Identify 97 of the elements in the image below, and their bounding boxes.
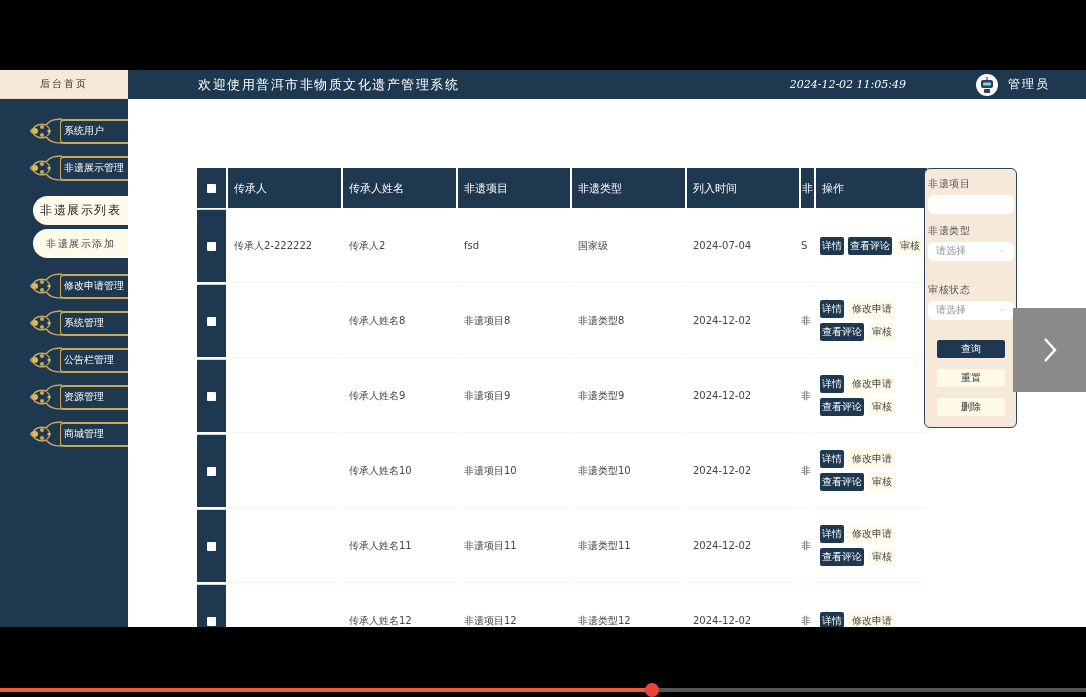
action-button[interactable]: 修改申请 bbox=[848, 450, 896, 468]
sidebar-subitem[interactable]: 非遗展示列表 bbox=[33, 196, 128, 225]
ornament-icon bbox=[29, 153, 63, 183]
table-cell: 国家级 bbox=[578, 238, 608, 253]
action-button[interactable]: 审核 bbox=[868, 548, 896, 566]
row-checkbox[interactable] bbox=[207, 241, 216, 251]
select-all-checkbox[interactable] bbox=[207, 183, 216, 193]
action-button[interactable]: 详情 bbox=[820, 525, 844, 543]
action-button[interactable]: 审核 bbox=[868, 473, 896, 491]
column-header: 非遗类型 bbox=[572, 168, 685, 208]
action-button[interactable]: 详情 bbox=[820, 611, 844, 627]
table-cell: 2024-12-02 bbox=[693, 615, 752, 626]
progress-track[interactable] bbox=[0, 683, 1086, 697]
action-button[interactable]: 修改申请 bbox=[848, 375, 896, 393]
action-button[interactable]: 修改申请 bbox=[848, 300, 896, 318]
action-button[interactable]: 审核 bbox=[868, 323, 896, 341]
ornament-icon bbox=[29, 345, 63, 375]
sidebar-subitem[interactable]: 非遗展示添加 bbox=[33, 229, 128, 258]
ornament-icon bbox=[29, 419, 63, 449]
action-button[interactable]: 查看评论 bbox=[820, 398, 864, 416]
sidebar-item[interactable]: 商城管理 bbox=[60, 421, 128, 447]
table-cell: 非遗项目12 bbox=[464, 613, 517, 627]
row-checkbox[interactable] bbox=[207, 466, 216, 476]
action-button[interactable]: 查看评论 bbox=[848, 236, 892, 255]
chevron-right-icon bbox=[1042, 337, 1057, 363]
column-header: 操作 bbox=[816, 168, 927, 208]
row-checkbox[interactable] bbox=[207, 316, 216, 326]
table-cell: 非遗项目10 bbox=[464, 463, 517, 478]
action-button[interactable]: 详情 bbox=[820, 300, 844, 318]
user-name[interactable]: 管理员 bbox=[1008, 76, 1050, 93]
table-cell: 2024-12-02 bbox=[693, 390, 752, 401]
sidebar-item[interactable]: 公告栏管理 bbox=[60, 347, 128, 373]
table-cell: 非 bbox=[801, 463, 811, 478]
table-cell: 非 bbox=[801, 388, 811, 403]
table-cell: 非遗类型11 bbox=[578, 538, 631, 553]
action-button[interactable]: 查看评论 bbox=[820, 323, 864, 341]
table-cell: 非 bbox=[801, 613, 811, 627]
filter-button[interactable]: 重置 bbox=[936, 368, 1005, 387]
input-field[interactable] bbox=[928, 195, 1014, 215]
row-checkbox[interactable] bbox=[207, 541, 216, 551]
row-checkbox[interactable] bbox=[207, 391, 216, 401]
table-cell: 非遗项目9 bbox=[464, 388, 511, 403]
sidebar-item[interactable]: 资源管理 bbox=[60, 384, 128, 410]
field-label: 非遗类型 bbox=[928, 224, 971, 239]
ornament-icon bbox=[29, 308, 63, 338]
table-cell: 2024-12-02 bbox=[693, 465, 752, 476]
table-cell: 非遗类型8 bbox=[578, 313, 625, 328]
ornament-icon bbox=[29, 116, 63, 146]
table-cell: 2024-12-02 bbox=[693, 315, 752, 326]
row-checkbox[interactable] bbox=[207, 616, 216, 626]
table-cell: 传承人姓名8 bbox=[349, 313, 406, 328]
action-button[interactable]: 修改申请 bbox=[848, 611, 896, 627]
table-cell: fsd bbox=[464, 240, 480, 251]
table-cell: 非遗项目8 bbox=[464, 313, 511, 328]
table-cell: 非遗类型9 bbox=[578, 388, 625, 403]
field-label: 非遗项目 bbox=[928, 177, 971, 191]
sidebar-item[interactable]: 修改申请管理 bbox=[60, 273, 128, 299]
column-header: 非遗项目 bbox=[458, 168, 570, 208]
action-button[interactable]: 查看评论 bbox=[820, 548, 864, 566]
ornament-icon bbox=[29, 382, 63, 412]
table-cell: 传承人姓名11 bbox=[349, 538, 412, 553]
action-button[interactable]: 修改申请 bbox=[848, 525, 896, 543]
action-button[interactable]: 查看评论 bbox=[820, 473, 864, 491]
table-cell: 传承人2-222222 bbox=[234, 238, 313, 253]
action-button[interactable]: 审核 bbox=[868, 398, 896, 416]
table-cell: 非遗类型10 bbox=[578, 463, 631, 478]
action-button[interactable]: 详情 bbox=[820, 375, 844, 393]
table-cell: 非 bbox=[801, 538, 811, 553]
filter-button[interactable]: 查询 bbox=[936, 339, 1005, 358]
table-cell: 非 bbox=[801, 313, 811, 328]
datetime: 2024-12-02 11:05:49 bbox=[789, 78, 906, 91]
sidebar-item[interactable]: 非遗展示管理 bbox=[60, 155, 128, 181]
action-button[interactable]: 详情 bbox=[820, 236, 844, 255]
table-cell: 非遗项目11 bbox=[464, 538, 517, 553]
column-header: 非 bbox=[801, 168, 814, 208]
column-header: 传承人 bbox=[228, 168, 341, 208]
table-cell: 2024-07-04 bbox=[693, 240, 752, 251]
sidebar-item[interactable]: 系统用户 bbox=[60, 118, 128, 144]
home-tab[interactable]: 后台首页 bbox=[0, 70, 128, 99]
system-title: 欢迎使用普洱市非物质文化遗产管理系统 bbox=[198, 75, 459, 94]
table-cell: 传承人姓名12 bbox=[349, 613, 412, 627]
sidebar-item[interactable]: 系统管理 bbox=[60, 310, 128, 336]
table-cell: 传承人姓名10 bbox=[349, 463, 412, 478]
table-cell: S bbox=[801, 240, 808, 251]
table-cell: 传承人姓名9 bbox=[349, 388, 406, 403]
filter-button[interactable]: 删除 bbox=[936, 397, 1005, 416]
table-cell: 非遗类型12 bbox=[578, 613, 631, 627]
ornament-icon bbox=[29, 271, 63, 301]
column-header: 列入时间 bbox=[687, 168, 799, 208]
table-cell: 2024-12-02 bbox=[693, 540, 752, 551]
field-label: 审核状态 bbox=[928, 282, 971, 297]
action-button[interactable]: 详情 bbox=[820, 450, 844, 468]
column-header: 传承人姓名 bbox=[343, 168, 456, 208]
table-cell: 传承人2 bbox=[349, 238, 386, 253]
action-button[interactable]: 审核 bbox=[896, 236, 924, 255]
progress-handle[interactable] bbox=[644, 683, 659, 697]
robot-avatar-icon[interactable] bbox=[976, 73, 998, 96]
